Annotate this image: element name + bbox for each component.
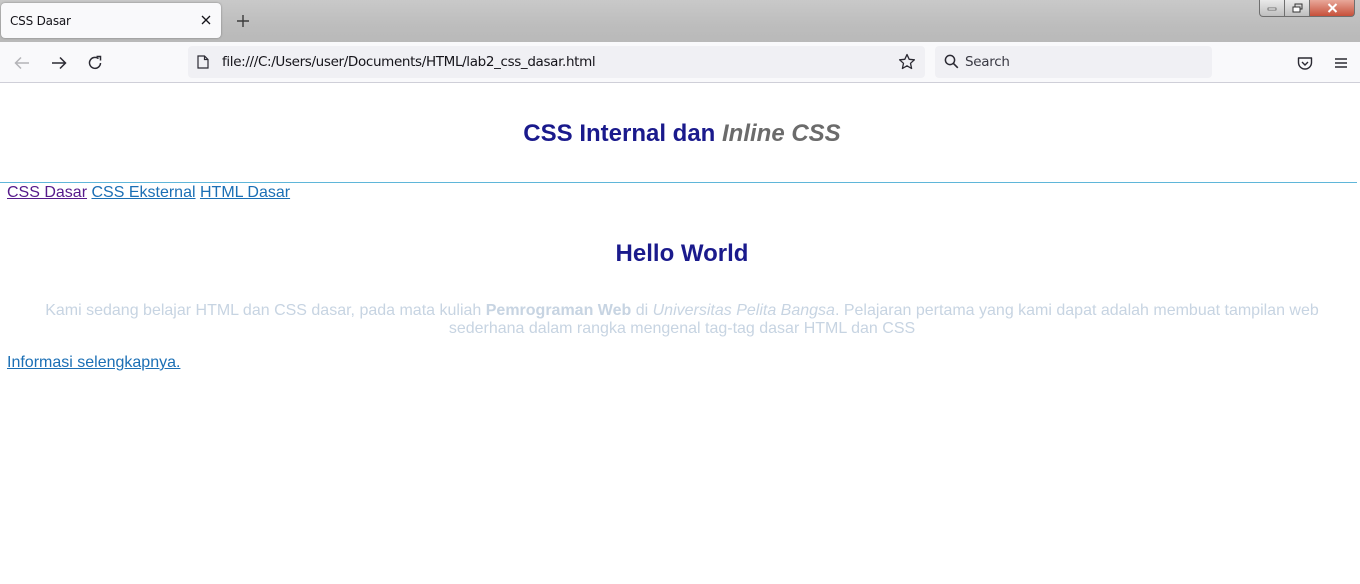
link-html-dasar[interactable]: HTML Dasar xyxy=(200,184,290,201)
paragraph-italic: Universitas Pelita Bangsa xyxy=(652,302,835,319)
search-input[interactable] xyxy=(965,46,1205,78)
close-icon[interactable] xyxy=(197,11,215,29)
horizontal-rule xyxy=(0,182,1357,183)
hello-heading: Hello World xyxy=(615,240,749,267)
page-content: CSS Internal dan Inline CSS CSS Dasar CS… xyxy=(0,84,1360,584)
window-controls xyxy=(1259,0,1355,17)
url-text[interactable]: file:///C:/Users/user/Documents/HTML/lab… xyxy=(222,54,596,70)
heading-italic-inline: Inline xyxy=(722,120,785,147)
paragraph-text: di xyxy=(631,302,653,319)
link-css-dasar[interactable]: CSS Dasar xyxy=(7,184,87,201)
browser-tab[interactable]: CSS Dasar xyxy=(1,3,221,38)
more-info-link[interactable]: Informasi selengkapnya. xyxy=(7,354,180,372)
page-heading: CSS Internal dan Inline CSS xyxy=(0,120,1360,148)
pocket-icon[interactable] xyxy=(1292,50,1318,76)
page-nav-links: CSS Dasar CSS Eksternal HTML Dasar xyxy=(7,184,290,202)
paragraph-text: Kami sedang belajar HTML dan CSS dasar, … xyxy=(45,302,486,319)
restore-icon[interactable] xyxy=(1285,0,1310,17)
search-bar[interactable] xyxy=(935,46,1212,78)
address-bar[interactable]: file:///C:/Users/user/Documents/HTML/lab… xyxy=(188,46,925,78)
paragraph-bold: Pemrograman Web xyxy=(485,302,632,319)
tab-strip: CSS Dasar xyxy=(0,0,1360,42)
intro-paragraph: Kami sedang belajar HTML dan CSS dasar, … xyxy=(18,302,1346,338)
plus-icon[interactable] xyxy=(232,10,254,32)
heading-italic-css: CSS xyxy=(784,120,841,147)
reload-icon[interactable] xyxy=(82,50,108,76)
navigation-toolbar: file:///C:/Users/user/Documents/HTML/lab… xyxy=(0,42,1360,83)
arrow-right-icon[interactable] xyxy=(46,50,72,76)
hamburger-menu-icon[interactable] xyxy=(1328,50,1354,76)
tab-title: CSS Dasar xyxy=(10,14,71,28)
arrow-left-icon[interactable] xyxy=(9,50,35,76)
star-icon[interactable] xyxy=(898,53,916,76)
page-icon xyxy=(197,55,209,74)
window-close-icon[interactable] xyxy=(1310,0,1355,17)
link-css-eksternal[interactable]: CSS Eksternal xyxy=(91,184,195,201)
minimize-icon[interactable] xyxy=(1259,0,1285,17)
search-icon xyxy=(944,54,959,74)
heading-text: CSS Internal dan xyxy=(523,120,722,147)
